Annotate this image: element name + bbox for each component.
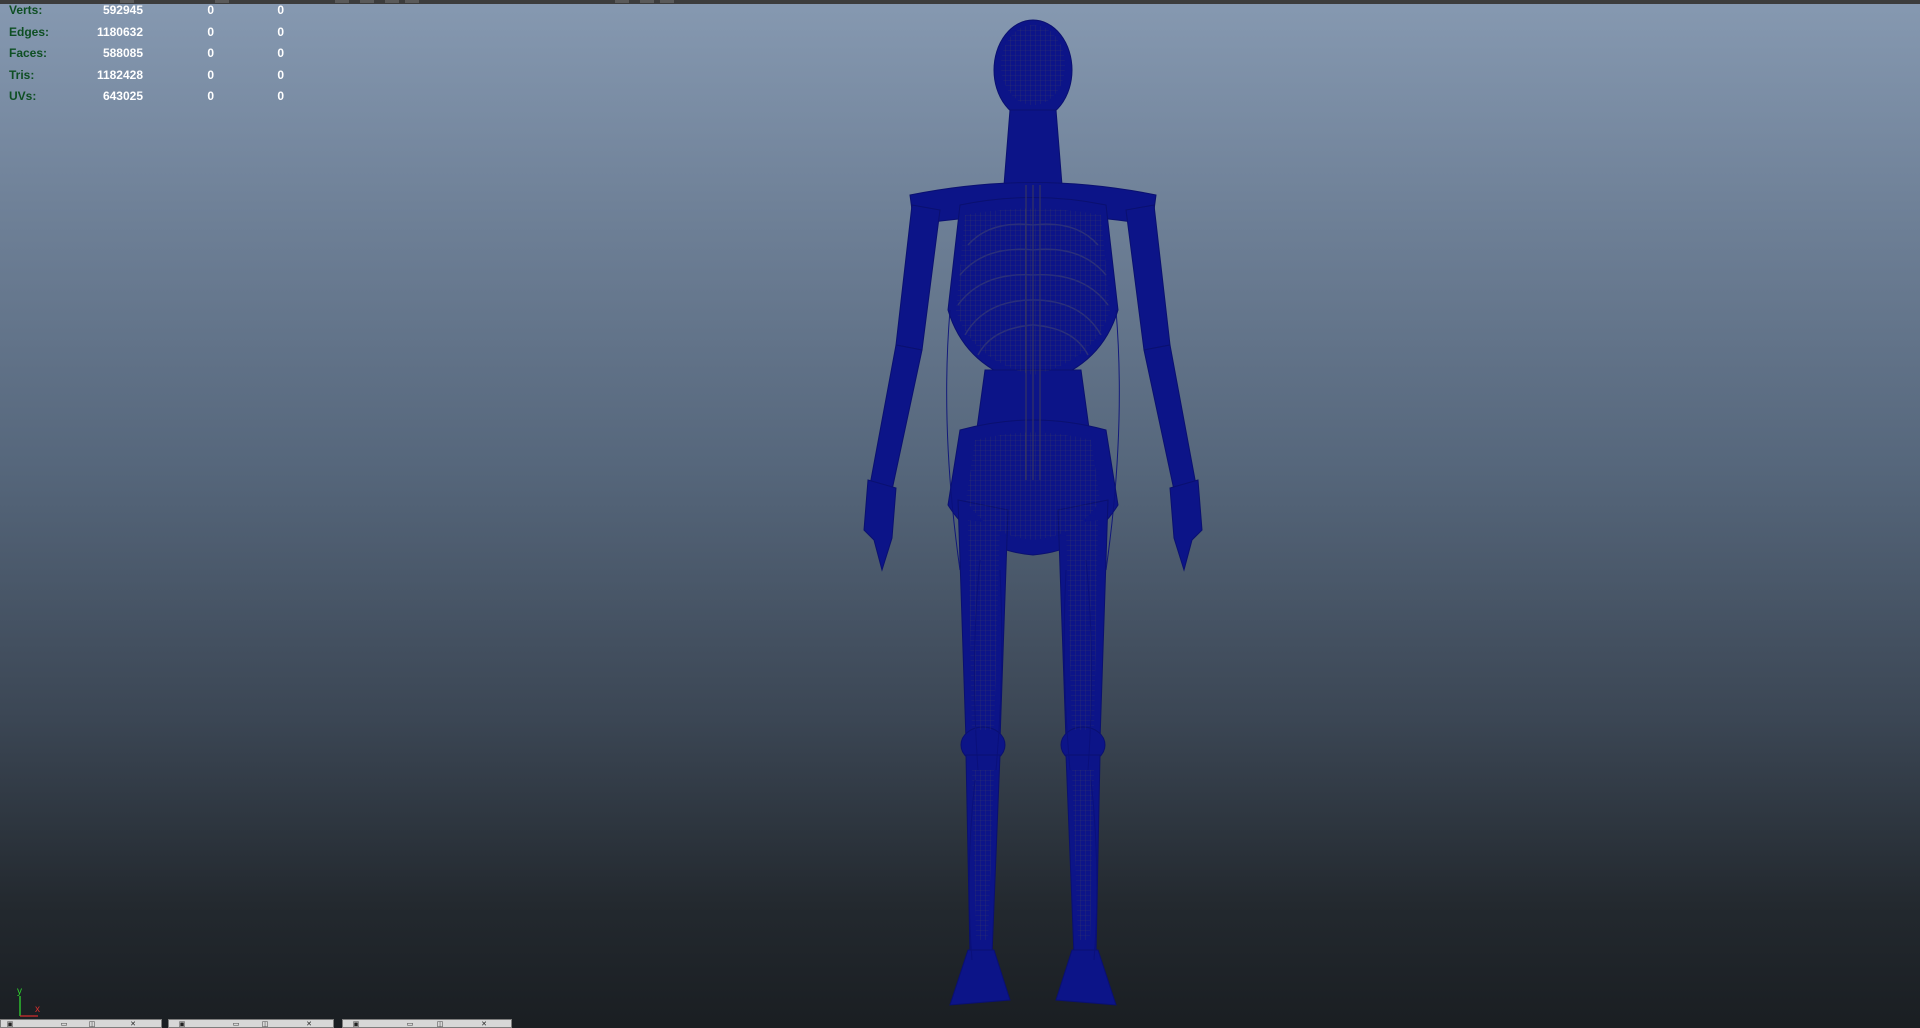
hud-label: UVs:	[9, 89, 37, 104]
hud-row-verts: Verts: 592945 0 0	[9, 3, 289, 25]
anatomy-wireframe-model[interactable]	[800, 10, 1260, 1020]
close-icon[interactable]: ✕	[128, 1021, 138, 1028]
hud-row-edges: Edges: 1180632 0 0	[9, 25, 289, 47]
panel-icon: ▣	[178, 1020, 186, 1028]
axis-y-label: y	[17, 986, 22, 997]
toolbar-icon-edge	[385, 0, 399, 3]
hud-value-selected: 0	[207, 67, 214, 82]
hud-row-tris: Tris: 1182428 0 0	[9, 68, 289, 90]
hud-value-total: 1182428	[96, 67, 143, 82]
hud-label: Edges:	[9, 24, 50, 39]
panel-tab-3[interactable]: ▣ ▭ ◫ ✕	[342, 1019, 512, 1028]
hud-value-selected: 0	[207, 24, 214, 39]
restore-icon[interactable]: ◫	[260, 1021, 270, 1028]
hud-value-visible: 0	[277, 89, 284, 104]
panel-tab-2[interactable]: ▣ ▭ ◫ ✕	[168, 1019, 334, 1028]
hud-value-visible: 0	[277, 24, 284, 39]
3d-viewport[interactable]: Verts: 592945 0 0 Edges: 1180632 0 0 Fac…	[0, 0, 1920, 1028]
toolbar-icon-edge	[335, 0, 349, 3]
close-icon[interactable]: ✕	[304, 1021, 314, 1028]
maximize-icon[interactable]: ▭	[405, 1021, 415, 1028]
close-icon[interactable]: ✕	[479, 1021, 489, 1028]
toolbar-icon-edge	[640, 0, 654, 3]
hud-value-selected: 0	[207, 3, 214, 17]
panel-tab-bar: ▣ ▭ ◫ ✕ ▣ ▭ ◫ ✕ ▣ ▭ ◫ ✕	[0, 1019, 520, 1028]
poly-count-hud: Verts: 592945 0 0 Edges: 1180632 0 0 Fac…	[9, 3, 289, 111]
maximize-icon[interactable]: ▭	[231, 1021, 241, 1028]
hud-value-total: 1180632	[96, 24, 143, 39]
toolbar-icon-edge	[360, 0, 374, 3]
hud-value-visible: 0	[277, 46, 284, 61]
toolbar-icon-edge	[405, 0, 419, 3]
toolbar-icon-edge	[660, 0, 674, 3]
hud-label: Verts:	[9, 3, 43, 17]
hud-value-selected: 0	[207, 46, 214, 61]
restore-icon[interactable]: ◫	[435, 1021, 445, 1028]
hud-label: Faces:	[9, 46, 48, 61]
hud-value-total: 588085	[102, 46, 143, 61]
restore-icon[interactable]: ◫	[87, 1021, 97, 1028]
hud-row-uvs: UVs: 643025 0 0	[9, 89, 289, 111]
hud-label: Tris:	[9, 67, 35, 82]
panel-icon: ▣	[6, 1020, 14, 1028]
axis-gizmo: y x	[17, 986, 40, 1017]
hud-value-total: 592945	[102, 3, 143, 17]
hud-value-total: 643025	[102, 89, 143, 104]
hud-value-visible: 0	[277, 3, 284, 17]
hud-value-visible: 0	[277, 67, 284, 82]
panel-icon: ▣	[352, 1020, 360, 1028]
hud-value-selected: 0	[207, 89, 214, 104]
panel-tab-1[interactable]: ▣ ▭ ◫ ✕	[0, 1019, 162, 1028]
toolbar-icon-edge	[615, 0, 629, 3]
maximize-icon[interactable]: ▭	[59, 1021, 69, 1028]
axis-x-label: x	[35, 1004, 40, 1015]
hud-row-faces: Faces: 588085 0 0	[9, 46, 289, 68]
